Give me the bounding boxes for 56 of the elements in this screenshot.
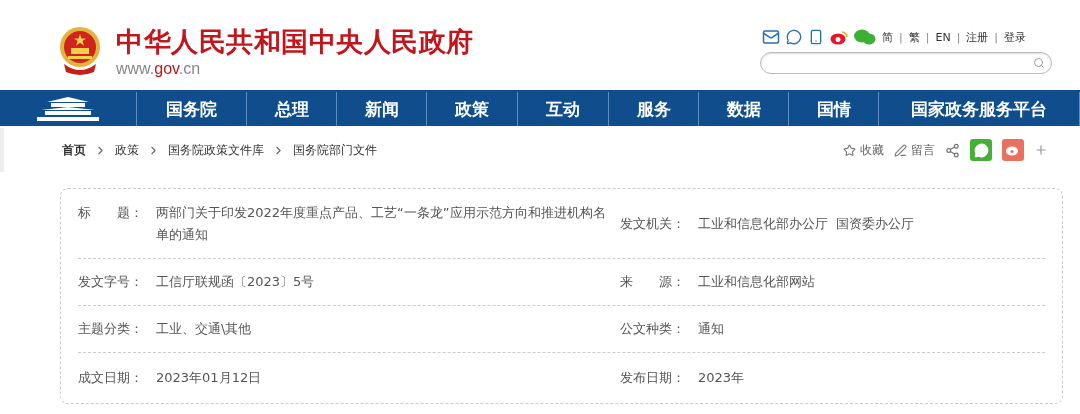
field-value: 2023年 [698, 369, 745, 387]
nav-item[interactable]: 国情 [789, 92, 879, 126]
field-label: 发布日期： [620, 369, 686, 387]
field-value: 工业、交通\其他 [156, 320, 253, 338]
nav-item[interactable]: 总理 [247, 92, 337, 126]
search-icon[interactable] [1033, 57, 1045, 69]
field-value: 2023年01月12日 [156, 369, 263, 387]
top-link[interactable]: 繁 [908, 29, 920, 45]
share-icon[interactable] [945, 142, 960, 158]
nav-item[interactable]: 新闻 [337, 92, 427, 126]
nav-item[interactable]: 国务院 [137, 92, 247, 126]
nav-item[interactable]: 数据 [699, 92, 789, 126]
chat-icon[interactable] [786, 29, 802, 45]
link-separator: | [899, 30, 903, 44]
nav-item[interactable]: 服务 [609, 92, 699, 126]
field-value: 工信厅联规函〔2023〕5号 [156, 273, 316, 291]
link-separator: | [956, 30, 961, 44]
site-url: www.gov.cn [116, 60, 202, 78]
national-emblem-icon [58, 26, 102, 76]
nav-item[interactable]: 互动 [518, 92, 609, 126]
gate-tower-icon [37, 96, 99, 122]
top-link[interactable]: 简 [882, 29, 893, 45]
breadcrumb-link[interactable]: 政策 [115, 141, 139, 159]
top-link[interactable]: 注册 [966, 29, 989, 45]
favorite-link[interactable]: 收藏 [843, 141, 884, 159]
breadcrumb-link[interactable]: 国务院部门文件 [293, 141, 377, 159]
star-icon [843, 143, 856, 157]
breadcrumb-link[interactable]: 国务院政策文件库 [168, 141, 264, 159]
field-label: 成文日期： [78, 369, 144, 387]
field-value: 工业和信息化部办公厅 国资委办公厅 [698, 214, 915, 233]
field-value: 两部门关于印发2022年度重点产品、工艺“一条龙”应用示范方向和推进机构名单的通知 [156, 203, 607, 244]
weibo-icon[interactable] [830, 29, 848, 45]
field-label: 来 源： [620, 273, 686, 291]
more-icon[interactable] [1034, 143, 1048, 157]
wechat-share-icon[interactable] [970, 139, 992, 161]
pen-icon [894, 143, 907, 157]
field-label: 公文种类： [620, 320, 686, 338]
top-link[interactable]: EN [935, 30, 951, 44]
mail-icon[interactable] [762, 28, 780, 46]
field-label: 发文机关： [620, 214, 686, 233]
link-separator: | [925, 30, 930, 44]
field-label: 发文字号： [78, 273, 144, 291]
nav-item[interactable]: 国家政务服务平台 [879, 92, 1080, 126]
field-value: 工业和信息化部网站 [698, 273, 815, 291]
top-link[interactable]: 登录 [1004, 29, 1027, 45]
field-value: 通知 [698, 320, 724, 338]
field-label: 主题分类： [78, 320, 144, 338]
wechat-icon[interactable] [854, 29, 876, 45]
field-label: 标 题： [78, 203, 144, 222]
breadcrumb-link[interactable]: 首页 [62, 141, 86, 159]
weibo-share-icon[interactable] [1002, 139, 1024, 161]
nav-item[interactable]: 政策 [427, 92, 518, 126]
phone-icon[interactable] [808, 29, 824, 45]
site-title: 中华人民共和国中央人民政府 [116, 26, 474, 58]
link-separator: | [994, 30, 999, 44]
comment-link[interactable]: 留言 [894, 141, 935, 159]
